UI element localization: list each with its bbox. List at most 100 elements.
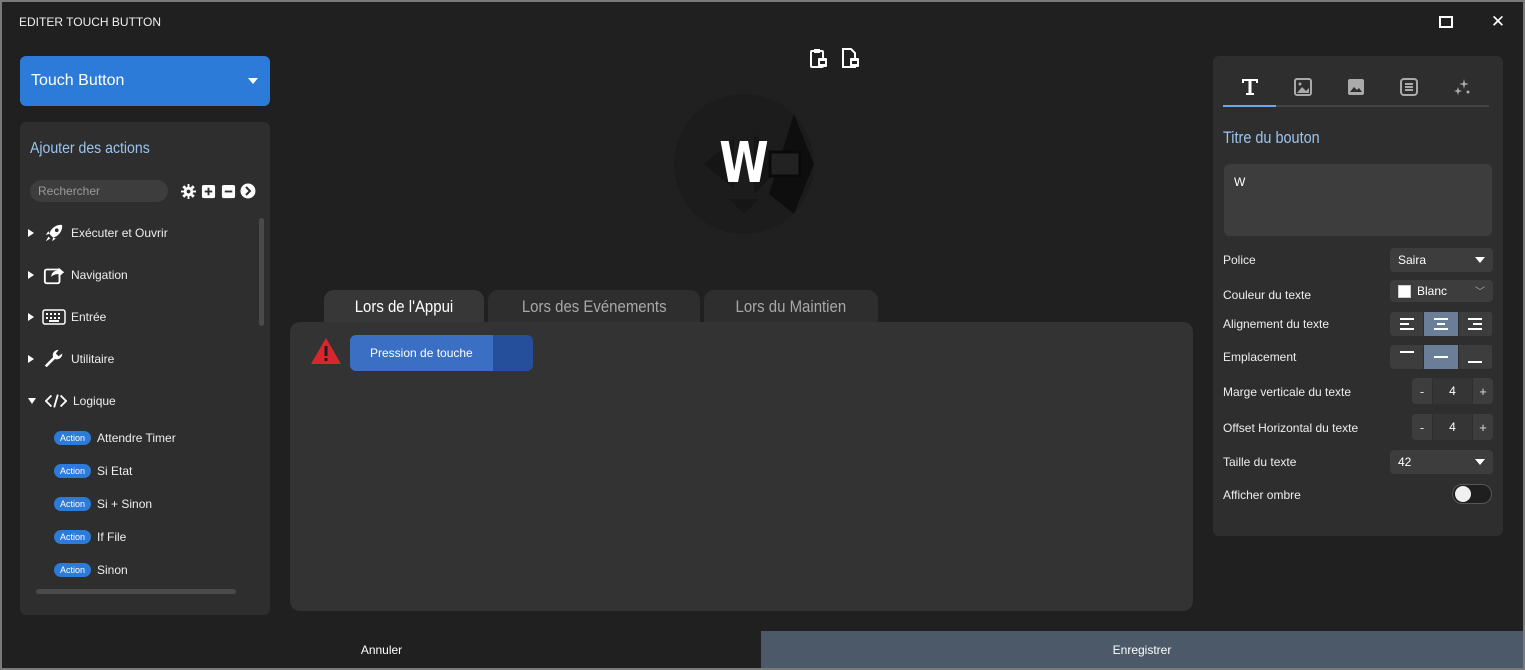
- font-select[interactable]: Saira: [1390, 248, 1493, 272]
- placement-top-button[interactable]: [1390, 345, 1425, 369]
- action-item-if-state[interactable]: Action Si Etat: [54, 462, 132, 480]
- image-edit-icon: [1293, 77, 1312, 96]
- shadow-toggle[interactable]: [1452, 484, 1492, 504]
- shadow-label: Afficher ombre: [1223, 488, 1301, 502]
- tab-layout[interactable]: [1382, 68, 1435, 105]
- action-item-label: Pression de touche: [350, 335, 493, 371]
- action-item-wait-timer[interactable]: Action Attendre Timer: [54, 429, 176, 447]
- title-bar: EDITER TOUCH BUTTON ✕: [2, 2, 1523, 42]
- vmargin-value[interactable]: 4: [1432, 378, 1473, 404]
- vmargin-decrement-button[interactable]: -: [1412, 378, 1432, 404]
- hoffset-decrement-button[interactable]: -: [1412, 414, 1432, 440]
- align-left-button[interactable]: [1390, 312, 1425, 336]
- actions-horizontal-scrollbar[interactable]: [36, 589, 236, 594]
- category-label: Entrée: [71, 310, 107, 324]
- wrench-icon: [42, 347, 66, 371]
- align-center-button[interactable]: [1424, 312, 1459, 336]
- color-select[interactable]: Blanc ﹀: [1390, 280, 1493, 302]
- font-label: Police: [1223, 253, 1256, 267]
- category-input[interactable]: Entrée: [28, 305, 106, 329]
- expand-arrow-icon: [28, 355, 34, 363]
- action-item-key-press[interactable]: Pression de touche: [350, 335, 533, 371]
- action-item-options[interactable]: [493, 335, 533, 371]
- gear-icon[interactable]: [180, 183, 196, 199]
- vmargin-label: Marge verticale du texte: [1223, 385, 1352, 399]
- editor-window: EDITER TOUCH BUTTON ✕ Touch Button Ajout…: [0, 0, 1525, 670]
- font-value: Saira: [1398, 253, 1427, 267]
- category-label: Logique: [73, 394, 116, 408]
- hoffset-value[interactable]: 4: [1432, 414, 1473, 440]
- preview-letter: W: [719, 131, 769, 196]
- hoffset-increment-button[interactable]: +: [1473, 414, 1493, 440]
- color-swatch: [1398, 284, 1411, 298]
- code-icon: [44, 389, 68, 413]
- share-icon: [42, 263, 66, 287]
- category-label: Navigation: [71, 268, 128, 282]
- action-label: Attendre Timer: [97, 431, 176, 445]
- hoffset-label: Offset Horizontal du texte: [1223, 421, 1359, 435]
- action-label: Si Etat: [97, 464, 133, 478]
- placement-middle-icon: [1433, 356, 1448, 358]
- copy-file-icon[interactable]: [842, 48, 860, 73]
- placement-bottom-button[interactable]: [1459, 345, 1493, 369]
- close-button[interactable]: ✕: [1488, 12, 1508, 32]
- color-label: Couleur du texte: [1223, 288, 1312, 302]
- tab-icon-image[interactable]: [1276, 68, 1329, 105]
- action-item-else[interactable]: Action Sinon: [54, 561, 128, 579]
- action-label: If File: [97, 530, 127, 544]
- window-title: EDITER TOUCH BUTTON: [19, 15, 162, 29]
- arrow-right-circle-icon[interactable]: [240, 183, 256, 199]
- action-toolbar: [180, 183, 256, 199]
- vmargin-increment-button[interactable]: +: [1473, 378, 1493, 404]
- rocket-icon: [42, 221, 66, 245]
- tab-label: Lors du Maintien: [735, 297, 847, 316]
- align-right-button[interactable]: [1459, 312, 1493, 336]
- button-type-dropdown[interactable]: Touch Button: [20, 56, 270, 106]
- expand-all-icon[interactable]: [200, 183, 216, 199]
- toggle-knob: [1455, 486, 1471, 502]
- tab-background-image[interactable]: [1329, 68, 1382, 105]
- actions-vertical-scrollbar[interactable]: [259, 218, 264, 326]
- chevron-down-icon: ﹀: [1475, 287, 1485, 298]
- paste-clipboard-icon[interactable]: [810, 48, 828, 73]
- tab-on-hold[interactable]: Lors du Maintien: [704, 290, 879, 324]
- align-label: Alignement du texte: [1223, 317, 1330, 331]
- placement-bottom-icon: [1468, 361, 1483, 363]
- category-execute-open[interactable]: Exécuter et Ouvrir: [28, 221, 168, 245]
- hoffset-stepper: - 4 +: [1412, 414, 1493, 440]
- category-utility[interactable]: Utilitaire: [28, 347, 114, 371]
- properties-tabs: [1223, 68, 1489, 107]
- text-size-select[interactable]: 42: [1390, 450, 1493, 474]
- expand-arrow-icon: [28, 271, 34, 279]
- cancel-button[interactable]: Annuler: [2, 631, 761, 668]
- save-button[interactable]: Enregistrer: [761, 631, 1523, 668]
- tab-text[interactable]: [1223, 68, 1276, 107]
- action-item-if-file[interactable]: Action If File: [54, 528, 126, 546]
- text-align-group: [1390, 312, 1493, 336]
- tab-on-press[interactable]: Lors de l'Appui: [324, 290, 484, 324]
- close-icon: ✕: [1490, 12, 1506, 31]
- placement-top-icon: [1399, 351, 1414, 353]
- category-navigation[interactable]: Navigation: [28, 263, 128, 287]
- tab-effects[interactable]: [1435, 68, 1488, 105]
- action-label: Si + Sinon: [97, 497, 153, 511]
- placement-middle-button[interactable]: [1424, 345, 1459, 369]
- chevron-down-icon: [1475, 257, 1485, 263]
- text-size-value: 42: [1398, 455, 1412, 469]
- search-input[interactable]: [30, 180, 168, 202]
- sparkles-icon: [1453, 78, 1469, 95]
- button-type-label: Touch Button: [31, 72, 125, 89]
- action-item-if-else[interactable]: Action Si + Sinon: [54, 495, 152, 513]
- category-logic[interactable]: Logique: [28, 389, 116, 413]
- vmargin-stepper: - 4 +: [1412, 378, 1493, 404]
- chevron-down-icon: [248, 78, 258, 84]
- collapse-all-icon[interactable]: [220, 183, 236, 199]
- maximize-button[interactable]: [1436, 12, 1456, 32]
- action-badge: Action: [54, 530, 92, 544]
- button-title-textarea[interactable]: W: [1224, 164, 1492, 236]
- tab-on-events[interactable]: Lors des Evénements: [487, 290, 701, 324]
- expand-arrow-icon: [28, 229, 34, 237]
- section-title: Titre du bouton: [1223, 128, 1320, 147]
- list-box-icon: [1399, 77, 1418, 96]
- properties-panel: Titre du bouton W Police Saira Couleur d…: [1213, 56, 1503, 536]
